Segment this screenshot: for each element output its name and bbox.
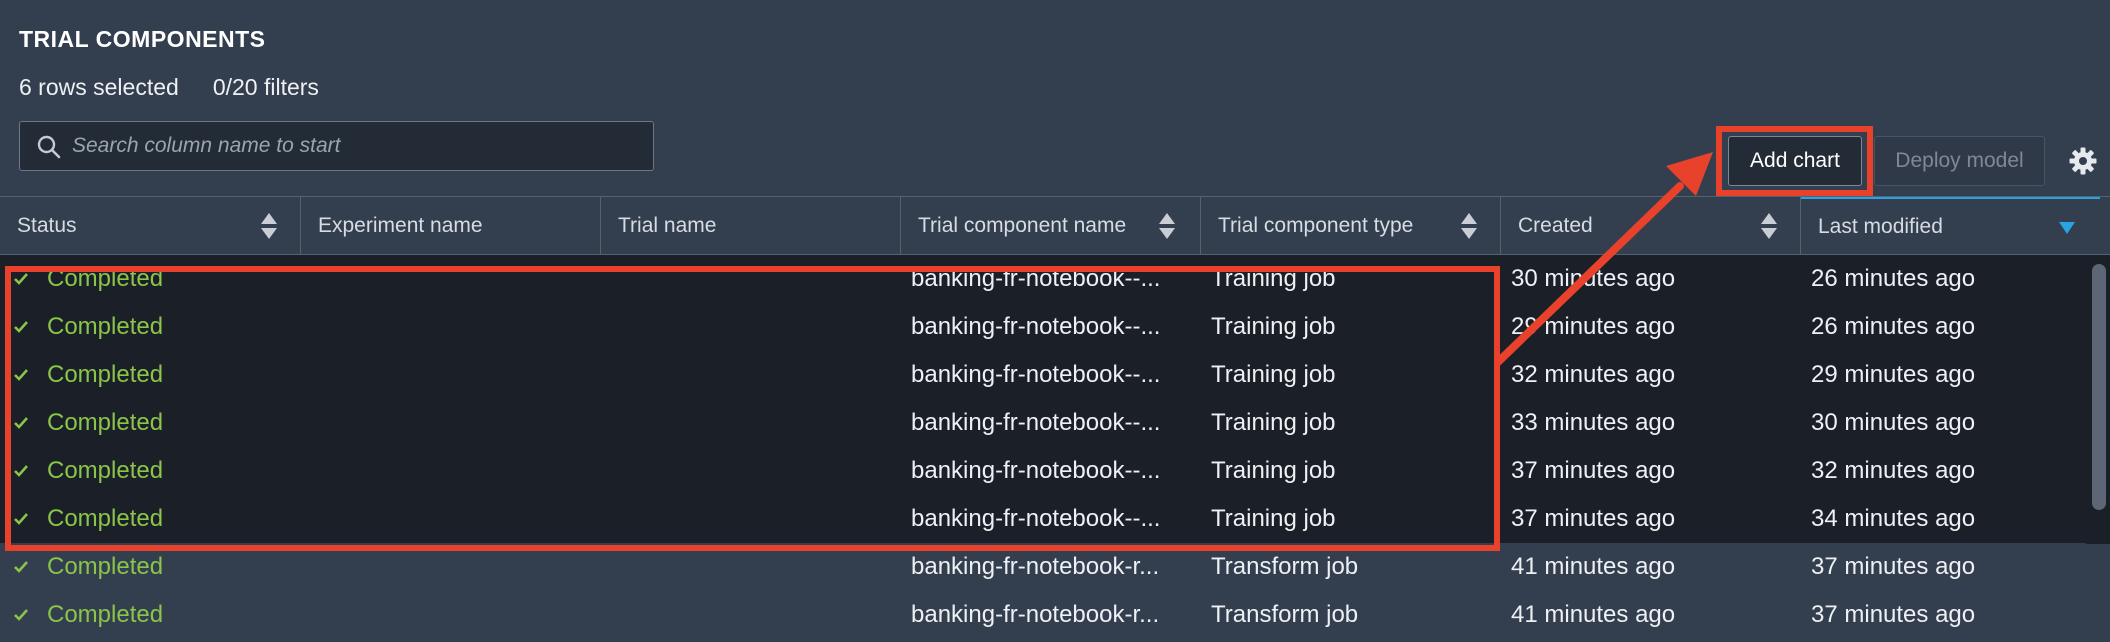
column-header-label: Last modified [1818, 214, 1943, 238]
table-header: Status Experiment name Trial name Trial … [0, 196, 2110, 255]
table-cell-modified: 34 minutes ago [1801, 495, 2100, 543]
cell-text: 29 minutes ago [1511, 313, 1676, 340]
gear-icon[interactable] [2068, 146, 2098, 176]
page-title: TRIAL COMPONENTS [19, 26, 266, 52]
sort-icon[interactable] [1760, 211, 1778, 241]
table-cell-experiment [301, 591, 601, 639]
table-cell-status: Completed [0, 591, 301, 639]
table-row[interactable]: Completed banking-fr-notebook-r... Transfo… [0, 591, 2110, 639]
table-cell-created: 30 minutes ago [1501, 255, 1801, 303]
cell-text: Completed [47, 601, 164, 628]
table-cell-modified: 26 minutes ago [1801, 303, 2100, 351]
table-cell-modified: 30 minutes ago [1801, 399, 2100, 447]
cell-text: 26 minutes ago [1811, 265, 1976, 292]
column-header-label: Trial name [618, 213, 717, 237]
column-header-status[interactable]: Status [0, 197, 301, 254]
table-cell-trial [601, 591, 901, 639]
cell-text: 41 minutes ago [1511, 553, 1676, 580]
cell-text: banking-fr-notebook-r... [911, 601, 1160, 628]
table-cell-created: 32 minutes ago [1501, 351, 1801, 399]
column-header-last-modified[interactable]: Last modified [1801, 197, 2100, 254]
table-cell-modified: 26 minutes ago [1801, 255, 2100, 303]
cell-text: 32 minutes ago [1811, 457, 1976, 484]
column-header-label: Created [1518, 213, 1593, 237]
cell-text: Transform job [1211, 601, 1359, 628]
table-cell-created: 41 minutes ago [1501, 543, 1801, 591]
selection-summary: 6 rows selected 0/20 filters [19, 74, 319, 101]
table-cell-created: 41 minutes ago [1501, 591, 1801, 639]
column-header-created[interactable]: Created [1501, 197, 1801, 254]
cell-text: 33 minutes ago [1511, 409, 1676, 436]
column-header-label: Status [17, 213, 77, 237]
annotation-selection-box [5, 266, 1500, 551]
table-cell-modified: 37 minutes ago [1801, 591, 2100, 639]
column-header-trial-component-type[interactable]: Trial component type [1201, 197, 1501, 254]
column-header-trial-component-name[interactable]: Trial component name [901, 197, 1201, 254]
column-header-label: Trial component name [918, 213, 1127, 237]
cell-text: 37 minutes ago [1811, 553, 1976, 580]
table-cell-modified: 37 minutes ago [1801, 543, 2100, 591]
table-cell-type: Transform job [1201, 591, 1501, 639]
table-cell-created: 37 minutes ago [1501, 447, 1801, 495]
cell-text: 41 minutes ago [1511, 601, 1676, 628]
sort-icon[interactable] [1460, 211, 1478, 241]
deploy-model-button[interactable]: Deploy model [1874, 136, 2045, 186]
search-box[interactable] [19, 121, 654, 171]
cell-text: Transform job [1211, 553, 1359, 580]
table-cell-created: 37 minutes ago [1501, 495, 1801, 543]
cell-text: 34 minutes ago [1811, 505, 1976, 532]
cell-text: 37 minutes ago [1511, 457, 1676, 484]
cell-text: 37 minutes ago [1811, 601, 1976, 628]
filters-count[interactable]: 0/20 filters [213, 74, 319, 101]
cell-text: Completed [47, 553, 164, 580]
table-cell-created: 33 minutes ago [1501, 399, 1801, 447]
cell-text: 37 minutes ago [1511, 505, 1676, 532]
rows-selected-count: 6 rows selected [19, 74, 179, 100]
sort-descending-icon[interactable] [2058, 221, 2076, 235]
table-cell-modified: 29 minutes ago [1801, 351, 2100, 399]
sort-icon[interactable] [260, 211, 278, 241]
table-cell-created: 29 minutes ago [1501, 303, 1801, 351]
column-header-experiment-name[interactable]: Experiment name [301, 197, 601, 254]
column-header-trial-name[interactable]: Trial name [601, 197, 901, 254]
sort-icon[interactable] [1158, 211, 1176, 241]
column-header-label: Experiment name [318, 213, 483, 237]
cell-text: 30 minutes ago [1511, 265, 1676, 292]
cell-text: 29 minutes ago [1811, 361, 1976, 388]
search-icon [37, 135, 61, 159]
table-cell-modified: 32 minutes ago [1801, 447, 2100, 495]
annotation-highlight-box [1716, 126, 1873, 196]
cell-text: 30 minutes ago [1811, 409, 1976, 436]
scrollbar-thumb[interactable] [2092, 264, 2106, 510]
check-icon [14, 561, 28, 573]
search-input[interactable] [72, 134, 653, 158]
cell-text: banking-fr-notebook-r... [911, 553, 1160, 580]
cell-text: 32 minutes ago [1511, 361, 1676, 388]
cell-text: 26 minutes ago [1811, 313, 1976, 340]
table-cell-component: banking-fr-notebook-r... [901, 591, 1201, 639]
column-header-label: Trial component type [1218, 213, 1414, 237]
check-icon [14, 609, 28, 621]
